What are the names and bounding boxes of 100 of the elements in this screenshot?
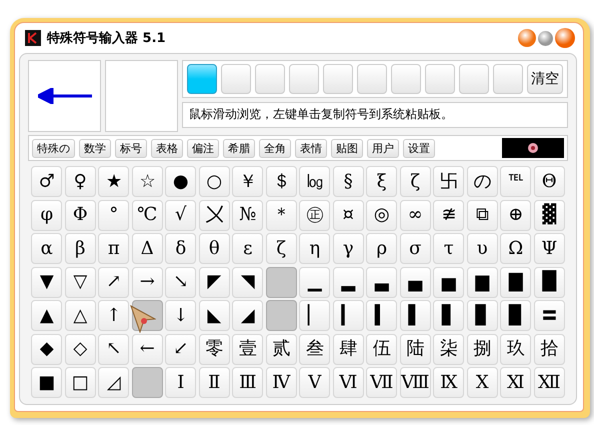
symbol-key[interactable]: ▏: [299, 300, 330, 331]
symbol-key[interactable]: ¤: [332, 200, 364, 230]
symbol-key[interactable]: Ⅰ: [165, 367, 196, 398]
symbol-key[interactable]: δ: [165, 233, 196, 264]
symbol-key[interactable]: Ⅲ: [232, 367, 264, 398]
symbol-key[interactable]: β: [64, 233, 96, 264]
symbol-key[interactable]: 柒: [433, 334, 464, 364]
symbol-key[interactable]: ▉: [500, 300, 532, 331]
symbol-key[interactable]: ⧉: [466, 200, 498, 230]
symbol-key[interactable]: Ⅵ: [332, 367, 364, 398]
symbol-key[interactable]: ▂: [332, 266, 364, 298]
symbol-key[interactable]: Ⅳ: [266, 367, 297, 398]
symbol-key[interactable]: ▁: [299, 266, 330, 298]
history-slot[interactable]: [255, 64, 285, 94]
symbol-key[interactable]: ●: [165, 166, 196, 197]
close-button[interactable]: [555, 28, 575, 48]
symbol-key[interactable]: ◥: [232, 266, 264, 298]
symbol-key[interactable]: Ω: [500, 233, 532, 264]
symbol-key[interactable]: ξ: [366, 166, 398, 197]
symbol-key[interactable]: φ: [31, 200, 62, 230]
symbol-key[interactable]: ◎: [366, 200, 398, 230]
symbol-key[interactable]: ▆: [466, 266, 498, 298]
symbol-key[interactable]: ▋: [433, 300, 464, 331]
symbol-key[interactable]: ⊕: [500, 200, 532, 230]
symbol-key[interactable]: ▎: [332, 300, 364, 331]
symbol-key[interactable]: Ⅱ: [198, 367, 230, 398]
symbol-key[interactable]: ∞: [400, 200, 431, 230]
symbol-key[interactable]: Ψ: [534, 233, 565, 264]
symbol-key[interactable]: △: [64, 300, 96, 331]
symbol-key[interactable]: ▼: [31, 266, 62, 298]
symbol-key[interactable]: ↖: [98, 334, 130, 364]
symbol-key[interactable]: ■: [31, 367, 62, 398]
symbol-key[interactable]: η: [299, 233, 330, 264]
empty-key[interactable]: [266, 300, 297, 331]
symbol-key[interactable]: ＊: [266, 200, 297, 230]
symbol-key[interactable]: ◿: [98, 367, 130, 398]
empty-key[interactable]: [266, 266, 297, 298]
symbol-key[interactable]: ○: [198, 166, 230, 197]
symbol-key[interactable]: 伍: [366, 334, 398, 364]
symbol-key[interactable]: ★: [98, 166, 130, 197]
symbol-key[interactable]: █: [534, 266, 565, 298]
category-tab[interactable]: 偏注: [187, 138, 219, 158]
symbol-key[interactable]: °: [98, 200, 130, 230]
symbol-key[interactable]: 零: [198, 334, 230, 364]
category-tab[interactable]: 全角: [259, 138, 291, 158]
symbol-key[interactable]: Ⅷ: [400, 367, 431, 398]
category-tab[interactable]: 表格: [151, 138, 183, 158]
symbol-key[interactable]: ↑: [98, 300, 130, 331]
history-slot[interactable]: [187, 64, 217, 94]
symbol-key[interactable]: Δ: [132, 233, 163, 264]
history-slot[interactable]: [391, 64, 421, 94]
symbol-key[interactable]: ▇: [500, 266, 532, 298]
minimize-button[interactable]: [518, 29, 536, 47]
symbol-key[interactable]: 〤: [198, 200, 230, 230]
symbol-key[interactable]: ㊣: [299, 200, 330, 230]
symbol-key[interactable]: 壹: [232, 334, 264, 364]
symbol-key[interactable]: ↘: [165, 266, 196, 298]
category-tab[interactable]: 贴图: [331, 138, 363, 158]
history-slot[interactable]: [289, 64, 319, 94]
symbol-key[interactable]: √: [165, 200, 196, 230]
symbol-key[interactable]: τ: [433, 233, 464, 264]
symbol-key[interactable]: ↙: [165, 334, 196, 364]
symbol-key[interactable]: →: [132, 266, 163, 298]
category-tab[interactable]: 标号: [115, 138, 147, 158]
symbol-key[interactable]: γ: [332, 233, 364, 264]
symbol-key[interactable]: ◤: [198, 266, 230, 298]
category-tab[interactable]: 特殊の: [32, 138, 75, 158]
symbol-key[interactable]: υ: [466, 233, 498, 264]
symbol-key[interactable]: ℡: [500, 166, 532, 197]
symbol-key[interactable]: ㏒: [299, 166, 330, 197]
symbol-key[interactable]: 贰: [266, 334, 297, 364]
history-slot[interactable]: [221, 64, 251, 94]
symbol-key[interactable]: ▊: [466, 300, 498, 331]
history-slot[interactable]: [459, 64, 489, 94]
symbol-key[interactable]: 陆: [400, 334, 431, 364]
category-tab[interactable]: 数学: [79, 138, 111, 158]
symbol-key[interactable]: Ⅹ: [466, 367, 498, 398]
symbol-key[interactable]: ▓: [534, 200, 565, 230]
symbol-key[interactable]: ◢: [232, 300, 264, 331]
symbol-key[interactable]: の: [466, 166, 498, 197]
category-tab[interactable]: 表情: [295, 138, 327, 158]
history-slot[interactable]: [323, 64, 353, 94]
symbol-key[interactable]: ζ: [400, 166, 431, 197]
symbol-key[interactable]: Ⅶ: [366, 367, 398, 398]
category-tab[interactable]: 希腊: [223, 138, 255, 158]
symbol-key[interactable]: 肆: [332, 334, 364, 364]
symbol-key[interactable]: ↗: [98, 266, 130, 298]
symbol-key[interactable]: ♀: [64, 166, 96, 197]
symbol-key[interactable]: α: [31, 233, 62, 264]
symbol-key[interactable]: ≇: [433, 200, 464, 230]
symbol-key[interactable]: Θ: [534, 166, 565, 197]
history-slot[interactable]: [493, 64, 523, 94]
symbol-key[interactable]: 卐: [433, 166, 464, 197]
symbol-key[interactable]: ◣: [198, 300, 230, 331]
symbol-key[interactable]: 捌: [466, 334, 498, 364]
symbol-key[interactable]: §: [332, 166, 364, 197]
symbol-key[interactable]: θ: [198, 233, 230, 264]
symbol-key[interactable]: ￥: [232, 166, 264, 197]
symbol-key[interactable]: Ⅺ: [500, 367, 532, 398]
symbol-key[interactable]: ▲: [31, 300, 62, 331]
